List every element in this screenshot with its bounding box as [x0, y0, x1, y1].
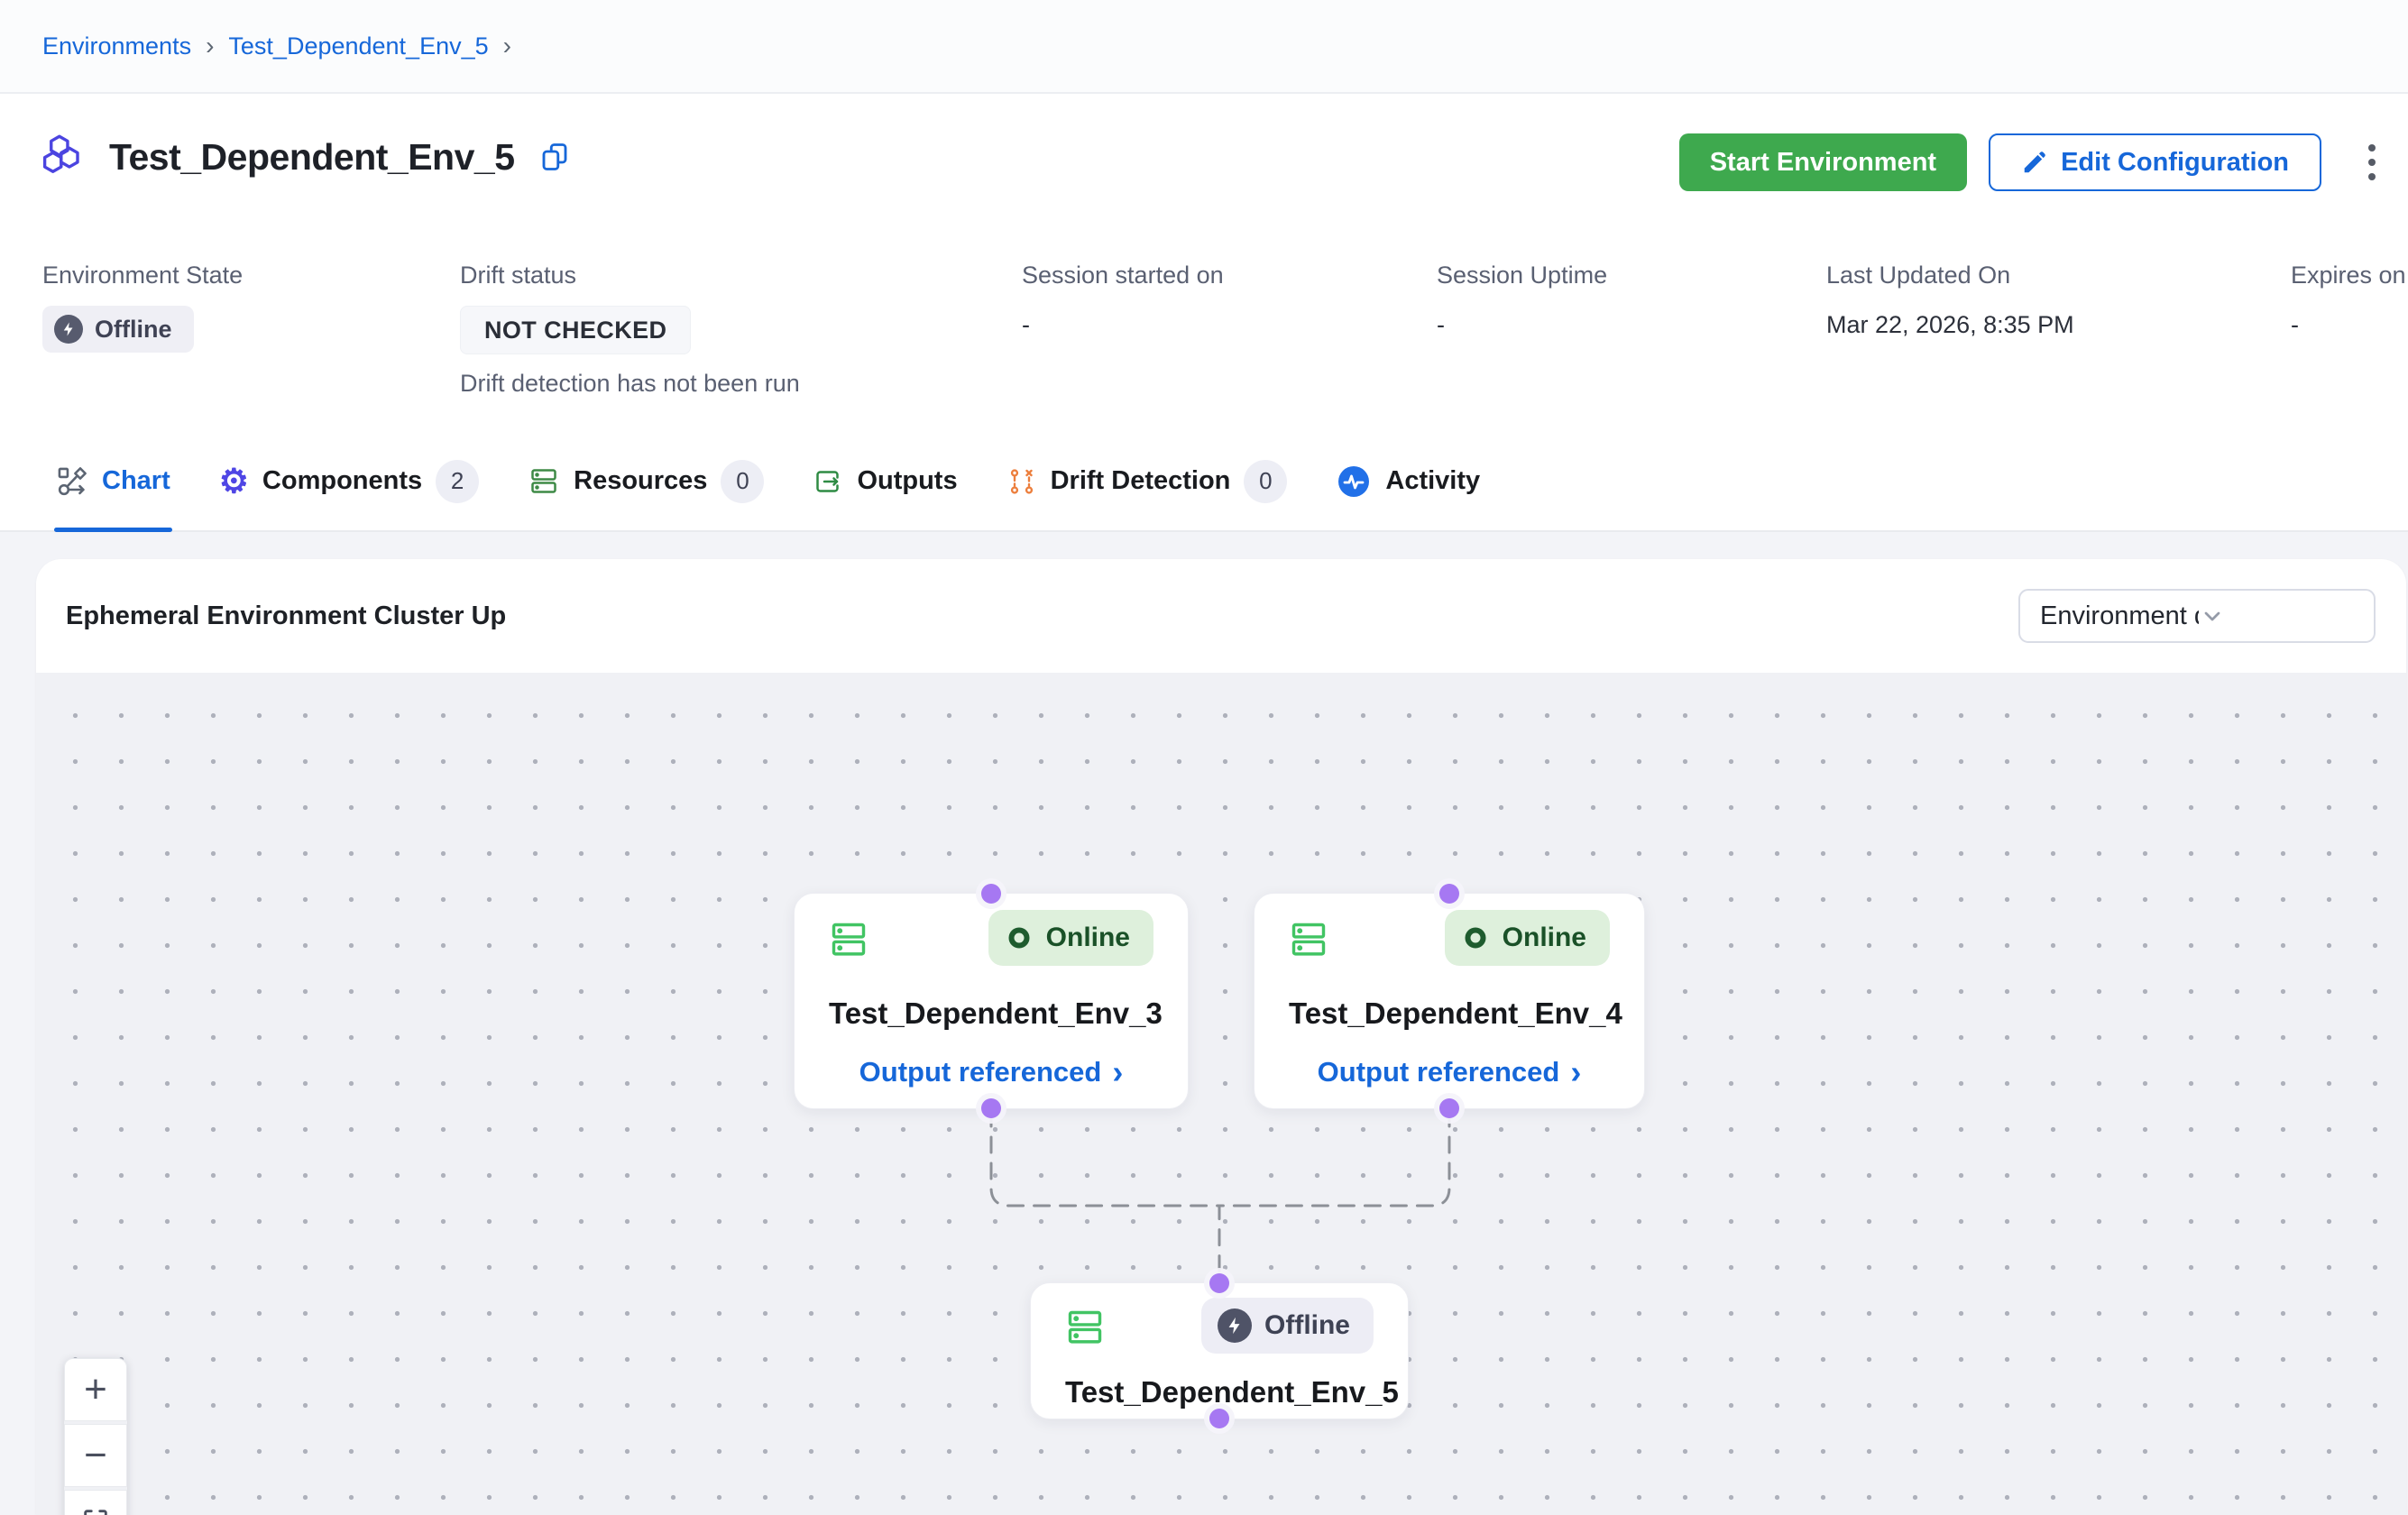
chart-panel-header: Ephemeral Environment Cluster Up Environ…	[36, 559, 2406, 673]
chart-title: Ephemeral Environment Cluster Up	[66, 601, 506, 631]
stat-last-updated: Last Updated On Mar 22, 2026, 8:35 PM	[1826, 262, 2074, 339]
server-stack-icon	[1065, 1308, 1105, 1347]
server-stack-icon	[829, 920, 869, 960]
drift-status-badge: NOT CHECKED	[460, 306, 691, 354]
copy-icon[interactable]	[538, 141, 571, 173]
env-node-test-dependent-env-4[interactable]: Online Test_Dependent_Env_4 Output refer…	[1254, 893, 1645, 1109]
chevron-down-icon	[2199, 602, 2357, 629]
node-handle-bottom[interactable]	[1209, 1409, 1229, 1428]
output-referenced-link[interactable]: Output referenced ›	[829, 1056, 1153, 1088]
components-count-badge: 2	[436, 460, 479, 503]
tab-drift-detection[interactable]: Drift Detection 0	[1006, 432, 1288, 530]
offline-bolt-icon	[1218, 1308, 1252, 1343]
node-title: Test_Dependent_Env_5	[1065, 1375, 1374, 1409]
kebab-menu-icon[interactable]	[2359, 137, 2385, 188]
drift-status-note: Drift detection has not been run	[460, 370, 800, 398]
node-status-badge: Online	[1445, 910, 1610, 966]
breadcrumb-current-env[interactable]: Test_Dependent_Env_5	[228, 32, 488, 60]
graph-canvas[interactable]: Online Test_Dependent_Env_3 Output refer…	[36, 673, 2406, 1515]
gear-icon: ⚙	[219, 465, 249, 498]
hexagon-cluster-icon	[42, 133, 89, 180]
fit-view-icon	[80, 1506, 111, 1515]
env-node-test-dependent-env-5[interactable]: Offline Test_Dependent_Env_5	[1030, 1282, 1409, 1419]
stat-session-started: Session started on -	[1022, 262, 1224, 339]
breadcrumb-separator: ›	[206, 32, 214, 60]
canvas-controls: + −	[64, 1358, 127, 1515]
breadcrumb: Environments › Test_Dependent_Env_5 ›	[42, 32, 511, 60]
view-selector-dropdown[interactable]: Environment depende...	[2018, 589, 2376, 643]
online-ring-icon	[1461, 923, 1490, 952]
edit-configuration-button[interactable]: Edit Configuration	[1989, 133, 2321, 191]
page-header: Test_Dependent_Env_5 Start Environment E…	[0, 94, 2408, 432]
offline-bolt-icon	[54, 315, 83, 344]
node-status-badge: Online	[988, 910, 1153, 966]
node-title: Test_Dependent_Env_3	[829, 996, 1153, 1031]
tab-chart[interactable]: Chart	[56, 432, 170, 530]
resources-count-badge: 0	[721, 460, 764, 503]
stat-environment-state: Environment State Offline	[42, 262, 243, 353]
output-referenced-link[interactable]: Output referenced ›	[1289, 1056, 1610, 1088]
tab-resources[interactable]: Resources 0	[528, 432, 764, 530]
workflow-icon	[56, 465, 88, 498]
activity-icon	[1336, 464, 1372, 500]
online-ring-icon	[1005, 923, 1034, 952]
start-environment-button[interactable]: Start Environment	[1679, 133, 1967, 191]
zoom-out-button[interactable]: −	[64, 1424, 127, 1487]
node-handle-top[interactable]	[981, 884, 1001, 904]
node-handle-bottom[interactable]	[1439, 1098, 1459, 1118]
outputs-export-icon	[813, 466, 843, 497]
node-title: Test_Dependent_Env_4	[1289, 996, 1610, 1031]
stat-expires-on: Expires on -	[2291, 262, 2406, 339]
pencil-icon	[2021, 149, 2048, 176]
node-handle-bottom[interactable]	[981, 1098, 1001, 1118]
breadcrumb-environments[interactable]: Environments	[42, 32, 191, 60]
page-title: Test_Dependent_Env_5	[109, 136, 515, 179]
resources-stack-icon	[528, 465, 560, 498]
server-stack-icon	[1289, 920, 1328, 960]
tab-activity[interactable]: Activity	[1336, 432, 1480, 530]
drift-detection-icon	[1006, 466, 1037, 497]
breadcrumb-separator: ›	[503, 32, 511, 60]
breadcrumb-bar: Environments › Test_Dependent_Env_5 ›	[0, 0, 2408, 94]
chevron-right-icon: ›	[1112, 1060, 1123, 1085]
tab-outputs[interactable]: Outputs	[813, 432, 957, 530]
node-status-badge: Offline	[1201, 1298, 1374, 1354]
node-handle-top[interactable]	[1209, 1273, 1229, 1293]
tab-components[interactable]: ⚙ Components 2	[219, 432, 479, 530]
stat-session-uptime: Session Uptime -	[1437, 262, 1607, 339]
tab-bar: Chart ⚙ Components 2 Resources 0 Outputs	[0, 432, 2408, 532]
node-handle-top[interactable]	[1439, 884, 1459, 904]
stat-drift-status: Drift status NOT CHECKED Drift detection…	[460, 262, 800, 398]
drift-count-badge: 0	[1244, 460, 1287, 503]
chevron-right-icon: ›	[1570, 1060, 1581, 1085]
zoom-in-button[interactable]: +	[64, 1358, 127, 1421]
fit-view-button[interactable]	[64, 1490, 127, 1515]
chart-panel: Ephemeral Environment Cluster Up Environ…	[36, 559, 2406, 1515]
environment-state-badge: Offline	[42, 306, 194, 353]
env-node-test-dependent-env-3[interactable]: Online Test_Dependent_Env_3 Output refer…	[794, 893, 1189, 1109]
